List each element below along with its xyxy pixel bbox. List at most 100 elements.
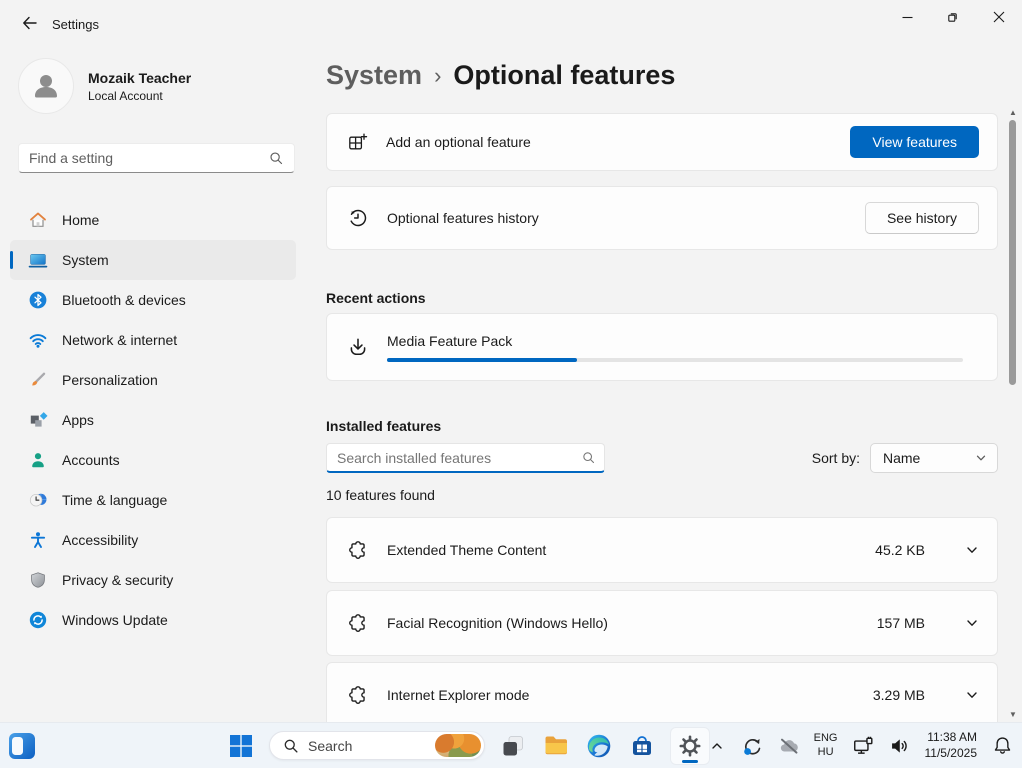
sort-value: Name	[883, 450, 920, 466]
clock-tray[interactable]: 11:38 AM 11/5/2025	[925, 730, 978, 761]
history-clock-icon	[347, 207, 369, 229]
taskbar: Search	[0, 722, 1022, 768]
sidebar-item-accounts[interactable]: Accounts	[10, 440, 296, 480]
chevron-down-icon[interactable]	[965, 616, 979, 630]
window-title: Settings	[52, 17, 99, 32]
vertical-scrollbar: ▲ ▼	[1006, 106, 1020, 720]
see-history-button[interactable]: See history	[865, 202, 979, 234]
feature-size: 157 MB	[877, 615, 925, 631]
network-monitor-icon	[852, 735, 874, 757]
sort-dropdown[interactable]: Name	[870, 443, 998, 473]
notifications-button[interactable]	[990, 731, 1014, 761]
avatar	[18, 58, 74, 114]
clock-time: 11:38 AM	[925, 730, 978, 746]
taskbar-search-box[interactable]: Search	[269, 731, 485, 760]
scroll-down-arrow[interactable]: ▼	[1006, 708, 1020, 720]
download-progress-fill	[387, 358, 577, 362]
active-app-indicator	[682, 760, 698, 763]
cloud-slash-icon	[778, 735, 800, 757]
breadcrumb-system[interactable]: System	[326, 60, 422, 91]
close-button[interactable]	[976, 0, 1022, 34]
add-optional-feature-card: Add an optional feature View features	[326, 113, 998, 171]
taskbar-search-placeholder: Search	[308, 738, 426, 754]
feature-row-extended-theme-content[interactable]: Extended Theme Content 45.2 KB	[326, 517, 998, 583]
volume-tray-button[interactable]	[888, 731, 912, 761]
sidebar-item-label: Accounts	[62, 452, 120, 468]
sidebar-item-accessibility[interactable]: Accessibility	[10, 520, 296, 560]
search-highlight-thumbnail[interactable]	[435, 734, 481, 757]
microsoft-store-button[interactable]	[627, 731, 657, 761]
sidebar-item-label: Bluetooth & devices	[62, 292, 186, 308]
language-switcher[interactable]: ENG HU	[814, 732, 838, 758]
sidebar-item-home[interactable]: Home	[10, 200, 296, 240]
sidebar-item-apps[interactable]: Apps	[10, 400, 296, 440]
apps-icon	[28, 410, 48, 430]
scroll-up-arrow[interactable]: ▲	[1006, 106, 1020, 118]
add-feature-label: Add an optional feature	[386, 134, 832, 150]
chevron-up-icon	[710, 739, 724, 753]
sidebar-item-label: Time & language	[62, 492, 167, 508]
bluetooth-icon	[28, 290, 48, 310]
person-icon	[28, 450, 48, 470]
onedrive-status-button[interactable]	[777, 731, 801, 761]
breadcrumb-separator: ›	[434, 63, 441, 89]
network-tray-button[interactable]	[851, 731, 875, 761]
scrollbar-thumb[interactable]	[1009, 120, 1016, 385]
settings-search-input[interactable]	[29, 150, 268, 166]
view-features-button[interactable]: View features	[850, 126, 979, 158]
widgets-button[interactable]	[8, 732, 36, 760]
feature-row-internet-explorer-mode[interactable]: Internet Explorer mode 3.29 MB	[326, 662, 998, 722]
grid-plus-icon	[347, 132, 368, 153]
installed-search-input[interactable]	[337, 450, 581, 466]
restore-button[interactable]	[930, 0, 976, 34]
start-button[interactable]	[226, 731, 256, 761]
chevron-down-icon[interactable]	[965, 688, 979, 702]
recent-actions-heading: Recent actions	[326, 290, 426, 306]
minimize-button[interactable]	[884, 0, 930, 34]
sidebar-item-windows-update[interactable]: Windows Update	[10, 600, 296, 640]
results-count: 10 features found	[326, 487, 435, 503]
restore-icon	[947, 11, 959, 23]
sidebar-item-privacy-security[interactable]: Privacy & security	[10, 560, 296, 600]
download-icon	[347, 336, 369, 358]
feature-name: Extended Theme Content	[387, 542, 857, 558]
settings-search-box[interactable]	[18, 143, 295, 173]
history-label: Optional features history	[387, 210, 847, 226]
puzzle-icon	[347, 612, 369, 634]
back-button[interactable]	[12, 10, 46, 36]
account-type: Local Account	[88, 89, 191, 103]
speaker-icon	[889, 735, 911, 757]
search-icon	[268, 150, 284, 166]
sync-status-button[interactable]	[740, 731, 764, 761]
task-view-button[interactable]	[498, 731, 528, 761]
sidebar-item-bluetooth-devices[interactable]: Bluetooth & devices	[10, 280, 296, 320]
chevron-down-icon[interactable]	[965, 543, 979, 557]
settings-app-button[interactable]	[670, 727, 710, 765]
recent-item-name: Media Feature Pack	[387, 333, 979, 349]
installed-search-box[interactable]	[326, 443, 605, 473]
search-icon	[283, 738, 299, 754]
sidebar-item-label: Privacy & security	[62, 572, 173, 588]
shield-icon	[28, 570, 48, 590]
sort-by-label: Sort by:	[812, 450, 860, 466]
file-explorer-button[interactable]	[541, 731, 571, 761]
user-account[interactable]: Mozaik Teacher Local Account	[18, 58, 191, 114]
widgets-icon	[8, 732, 36, 760]
feature-row-facial-recognition[interactable]: Facial Recognition (Windows Hello) 157 M…	[326, 590, 998, 656]
folder-icon	[543, 732, 570, 759]
feature-size: 3.29 MB	[873, 687, 925, 703]
edge-browser-button[interactable]	[584, 731, 614, 761]
show-hidden-icons-button[interactable]	[707, 731, 727, 761]
sidebar-item-label: Network & internet	[62, 332, 177, 348]
sync-arrows-icon	[741, 735, 763, 757]
sidebar-item-network-internet[interactable]: Network & internet	[10, 320, 296, 360]
chevron-down-icon	[975, 452, 987, 464]
features-history-card: Optional features history See history	[326, 186, 998, 250]
sidebar: Mozaik Teacher Local Account Home System…	[0, 40, 310, 722]
sidebar-item-system[interactable]: System	[10, 240, 296, 280]
bell-icon	[992, 735, 1013, 756]
sidebar-item-personalization[interactable]: Personalization	[10, 360, 296, 400]
installed-features-heading: Installed features	[326, 418, 441, 434]
clock-globe-icon	[28, 490, 48, 510]
sidebar-item-time-language[interactable]: Time & language	[10, 480, 296, 520]
